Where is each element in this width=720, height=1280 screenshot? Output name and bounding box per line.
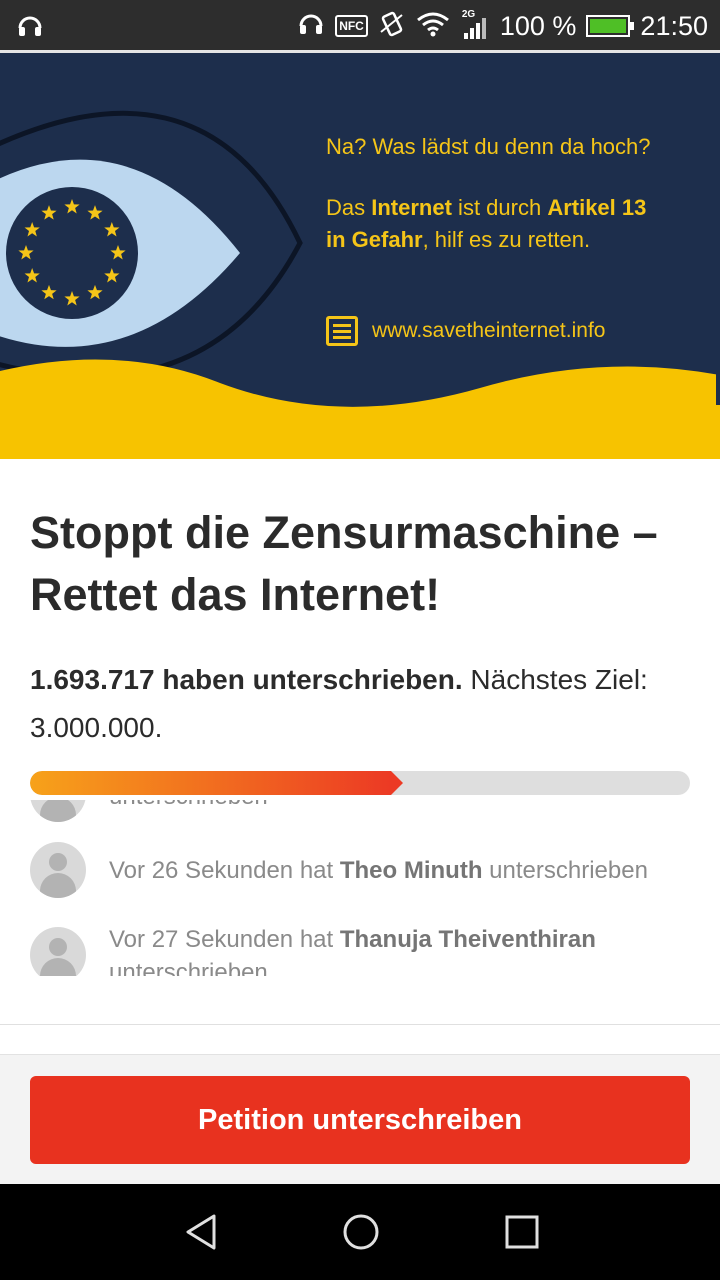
avatar [30, 842, 86, 898]
hero-question: Na? Was lädst du denn da hoch? [326, 134, 651, 159]
recent-signers-feed: unterschrieben Vor 26 Sekunden hat Theo … [0, 800, 720, 976]
eu-star [87, 284, 103, 300]
list-item: Vor 27 Sekunden hat Thanuja Theiventhira… [30, 926, 690, 976]
signature-progress-bar [30, 771, 690, 795]
sign-petition-button[interactable]: Petition unterschreiben [30, 1076, 690, 1164]
eu-star [64, 199, 80, 214]
eu-star [104, 222, 120, 237]
wifi-icon [416, 10, 450, 43]
list-document-icon [326, 316, 358, 346]
eu-star [87, 205, 103, 220]
avatar [30, 927, 86, 976]
back-icon[interactable] [182, 1212, 222, 1252]
eu-star [41, 284, 57, 300]
petition-title: Stoppt die Zensurmaschine – Rettet das I… [30, 507, 658, 620]
list-item: unterschrieben [30, 800, 690, 836]
recents-icon[interactable] [502, 1212, 542, 1252]
status-bar: NFC 2G 100 % 21:50 [0, 0, 720, 52]
eu-star [104, 268, 120, 283]
signature-count: 1.693.717 haben unterschrieben. Nächstes… [30, 664, 648, 743]
vibrate-icon [378, 10, 406, 43]
battery-percent: 100 % [499, 10, 577, 41]
eu-star [18, 245, 34, 260]
progress-fill [30, 771, 391, 795]
hero-banner: Na? Was lädst du denn da hoch? Das Inter… [0, 53, 720, 459]
hero-url: www.savetheinternet.info [326, 316, 605, 346]
eu-star [110, 245, 126, 260]
battery-icon [586, 15, 635, 37]
progress-tip [391, 771, 403, 795]
eu-star [24, 222, 40, 237]
hero-message: Das Internet ist durch Artikel 13 in Gef… [326, 195, 647, 252]
headset-notification-icon [16, 12, 44, 45]
headset-icon [297, 10, 325, 43]
nfc-icon: NFC [335, 15, 368, 37]
eu-star [24, 268, 40, 283]
eu-stars-icon [18, 199, 126, 306]
navigation-bar [0, 1184, 720, 1280]
divider [0, 1024, 720, 1025]
home-icon[interactable] [341, 1212, 381, 1252]
eu-star [64, 291, 80, 306]
signal-icon: 2G [460, 9, 490, 41]
clock: 21:50 [640, 10, 708, 41]
eu-star [41, 205, 57, 220]
list-item: Vor 26 Sekunden hat Theo Minuth untersch… [30, 842, 690, 912]
avatar [30, 800, 86, 822]
